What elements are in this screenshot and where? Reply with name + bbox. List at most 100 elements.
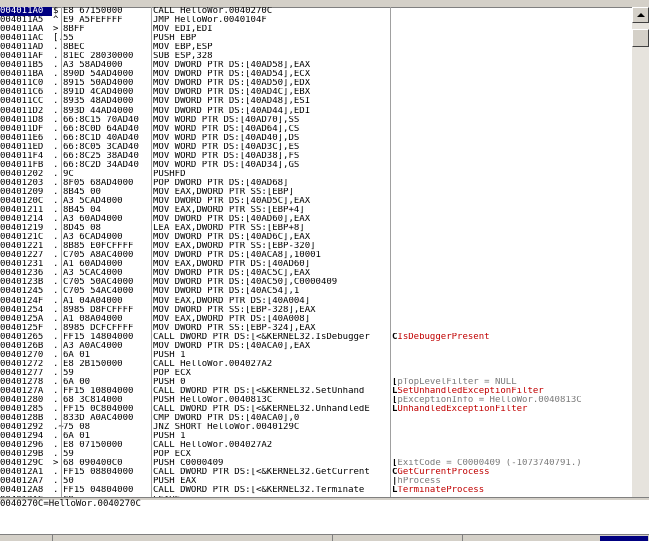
hex-bytes-cell: 6A 00 [63, 377, 91, 387]
hex-bytes-cell: 66:8C0D 64AD40 [63, 124, 139, 134]
disasm-row[interactable]: 00401236. A3 5CAC4000 MOV DWORD PTR DS:[40… [0, 269, 632, 278]
address-cell: 0040121C [0, 233, 44, 243]
disasm-row[interactable]: 004011FB. 66:8C2D 34AD40 MOV WORD PTR DS:[… [0, 160, 632, 170]
disasm-row[interactable]: 004011AF. 81EC 28030000 SUB ESP,328 [0, 52, 632, 61]
instruction-cell: PUSHFD [153, 169, 186, 179]
disasm-row[interactable]: 00401285. FF15 0C804000 CALL DWORD PTR DS:… [0, 405, 632, 414]
instruction-cell: MOV DWORD PTR SS:[EBP-328],EAX [153, 305, 316, 315]
disasm-row[interactable]: 00401270. 6A 01 PUSH 1 [0, 350, 632, 360]
disasm-row[interactable]: 00401231. A1 60AD4000 MOV EAX,DWORD PTR DS… [0, 260, 632, 269]
disasm-row[interactable]: 0040124F. A1 04A04000 MOV EAX,DWORD PTR DS… [0, 296, 632, 306]
scroll-thumb[interactable] [632, 29, 649, 47]
instruction-cell: MOV DWORD PTR DS:[40AD60],EAX [153, 215, 311, 225]
disasm-row[interactable]: 00401292 .~ 75 08 JNZ SHORT HelloWor.004012… [0, 423, 632, 432]
disasm-row[interactable]: 00401272. E8 2B150000 CALL HelloWor.004027… [0, 359, 632, 369]
disasm-row[interactable]: 00401202. 9C PUSHFD [0, 169, 632, 179]
address-cell: 00401211 [0, 206, 44, 216]
disasm-row[interactable]: 004011A5 ^ E9 A5FEFFFF JMP HelloWor.0040104… [0, 16, 632, 25]
disasm-row[interactable]: 004011CC. 8935 48AD4000 MOV DWORD PTR DS:[… [0, 97, 632, 106]
hex-bytes-cell: 891D 4CAD4000 [63, 88, 134, 98]
disasm-row[interactable]: 00401277. 59 POP ECX [0, 368, 632, 378]
disasm-row[interactable]: 00401245. C705 54AC4000 MOV DWORD PTR DS:[… [0, 287, 632, 296]
disasm-row[interactable]: 00401278. 6A 00 PUSH 0 [pTopLevelFilter = N… [0, 377, 632, 387]
hex-bytes-cell: 8985 D8FCFFFF [63, 305, 134, 315]
instruction-cell: PUSH HelloWor.0040813C [153, 396, 273, 406]
disasm-row[interactable]: 004011C6. 891D 4CAD4000 MOV DWORD PTR DS:[… [0, 88, 632, 97]
hex-bytes-cell: A3 5CAD4000 [63, 196, 123, 206]
instruction-cell: LEA EAX,DWORD PTR SS:[EBP+8] [153, 224, 305, 234]
disasm-row[interactable]: 00401227. C705 A8AC4000 MOV DWORD PTR DS:[… [0, 251, 632, 260]
address-cell: 00401277 [0, 368, 44, 378]
disasm-row[interactable]: 004011A0 $ E8 67150000 CALL HelloWor.004027… [0, 7, 632, 16]
address-cell: 0040129C [0, 459, 44, 469]
address-cell: 004012A8 [0, 486, 44, 496]
disasm-row[interactable]: 0040126B. A3 A0AC4000 MOV DWORD PTR DS:[40… [0, 341, 632, 351]
disasm-row[interactable]: 00401211. 8B45 04 MOV EAX,DWORD PTR SS:[EB… [0, 206, 632, 215]
disasm-row[interactable]: 00401294. 6A 01 PUSH 1 [0, 432, 632, 441]
scroll-up-button[interactable] [632, 7, 649, 23]
disassembly-pane[interactable]: 004011A0 $ E8 67150000 CALL HelloWor.004027… [0, 7, 649, 497]
disasm-row[interactable]: 004011F4. 66:8C25 38AD40 MOV WORD PTR DS:[… [0, 151, 632, 161]
disasm-row[interactable]: 00401203. 8F05 68AD4000 POP DWORD PTR DS:[… [0, 178, 632, 188]
disasm-row[interactable]: 004011AD. 8BEC MOV EBP,ESP [0, 43, 632, 52]
disasm-row[interactable]: 004011D8. 66:8C15 70AD40 MOV WORD PTR DS:[… [0, 115, 632, 125]
hex-bytes-cell: 55 [63, 34, 74, 44]
disasm-row[interactable]: 0040127A. FF15 10804000 CALL DWORD PTR DS:… [0, 386, 632, 396]
address-cell: 00401227 [0, 251, 44, 261]
disasm-row[interactable]: 004011E6. 66:8C1D 40AD40 MOV WORD PTR DS:[… [0, 133, 632, 143]
disasm-row[interactable]: 00401254. 8985 D8FCFFFF MOV DWORD PTR SS:[… [0, 305, 632, 315]
header-segment[interactable] [52, 535, 333, 541]
header-segment[interactable] [332, 535, 463, 541]
column-divider[interactable] [151, 7, 152, 497]
disasm-row[interactable]: 004011BA. 890D 54AD4000 MOV DWORD PTR DS:[… [0, 70, 632, 79]
hex-bytes-cell: FF15 04804000 [63, 486, 134, 496]
disasm-row[interactable]: 004012A8. FF15 04804000 CALL DWORD PTR DS:… [0, 486, 632, 495]
column-divider[interactable] [61, 7, 62, 497]
disasm-row[interactable]: 004012A1. FF15 08804000 CALL DWORD PTR DS:… [0, 468, 632, 477]
disasm-row[interactable]: 0040129B. 59 POP ECX [0, 450, 632, 459]
disasm-row[interactable]: 004011D2. 893D 44AD4000 MOV DWORD PTR DS:[… [0, 106, 632, 116]
disasm-row[interactable]: 0040125A. A1 08A04000 MOV EAX,DWORD PTR DS… [0, 314, 632, 324]
address-cell: 004012A7 [0, 477, 44, 487]
instruction-cell: MOV WORD PTR DS:[40AD40],DS [153, 133, 300, 143]
disasm-row[interactable]: 00401265. FF15 14804000 CALL DWORD PTR DS:… [0, 332, 632, 342]
disasm-row[interactable]: 00401221. 8B85 E0FCFFFF MOV EAX,DWORD PTR … [0, 242, 632, 251]
address-cell: 004011AF [0, 52, 44, 62]
hex-bytes-cell: 68 3C814000 [63, 396, 123, 406]
disasm-row[interactable]: 0040125F. 8985 DCFCFFFF MOV DWORD PTR SS:[… [0, 323, 632, 333]
disasm-row[interactable]: 0040120C. A3 5CAD4000 MOV DWORD PTR DS:[40… [0, 196, 632, 206]
comment-text: SetUnhandledExceptionFilter [397, 386, 544, 396]
disasm-row[interactable]: 004011DF. 66:8C0D 64AD40 MOV WORD PTR DS:[… [0, 124, 632, 134]
address-cell: 004011AA [0, 25, 44, 35]
disasm-row[interactable]: 004011AA >8BFF MOV EDI,EDI [0, 25, 632, 34]
disasm-row[interactable]: 004011ED. 66:8C05 3CAD40 MOV WORD PTR DS:[… [0, 142, 632, 152]
disasm-row[interactable]: 00401214. A3 60AD4000 MOV DWORD PTR DS:[40… [0, 215, 632, 224]
address-cell: 004011F4 [0, 151, 44, 161]
address-cell: 00401270 [0, 350, 44, 360]
vertical-scrollbar[interactable] [632, 7, 649, 497]
disasm-row[interactable]: 004011AC [. 55 PUSH EBP [0, 34, 632, 43]
hex-bytes-cell: A3 58AD4000 [63, 61, 123, 71]
hex-bytes-cell: 8935 48AD4000 [63, 97, 134, 107]
disasm-row[interactable]: 0040128B. 833D A0AC4000 CMP DWORD PTR DS:[… [0, 414, 632, 423]
comment-cell: LTerminateProcess [392, 486, 630, 495]
address-cell: 004011C0 [0, 79, 44, 89]
comment-cell: LUnhandledExceptionFilter [392, 405, 630, 414]
column-divider[interactable] [390, 7, 391, 497]
disasm-row[interactable]: 00401219. 8D45 08 LEA EAX,DWORD PTR SS:[EB… [0, 224, 632, 233]
hex-bytes-cell: 8985 DCFCFFFF [63, 323, 134, 333]
disasm-row[interactable]: 0040123B. C705 50AC4000 MOV DWORD PTR DS:[… [0, 278, 632, 287]
disasm-row[interactable]: 00401296. E8 07150000 CALL HelloWor.004027… [0, 441, 632, 450]
disasm-row[interactable]: 00401209. 8B45 00 MOV EAX,DWORD PTR SS:[EB… [0, 187, 632, 197]
disasm-row[interactable]: 004012A7. 50 PUSH EAX |hProcess [0, 477, 632, 486]
disasm-row[interactable]: 004011B5. A3 58AD4000 MOV DWORD PTR DS:[40… [0, 61, 632, 70]
disasm-row[interactable]: 00401280. 68 3C814000 PUSH HelloWor.004081… [0, 396, 632, 405]
comment-cell: [ExitCode = C0000409 (-1073740791.) [392, 459, 630, 468]
address-cell: 004011E6 [0, 133, 44, 143]
instruction-cell: MOV DWORD PTR DS:[40AC54],1 [153, 287, 300, 297]
disasm-row[interactable]: 004011C0. 8915 50AD4000 MOV DWORD PTR DS:[… [0, 79, 632, 88]
instruction-cell: CALL DWORD PTR DS:[<&KERNEL32.Terminate [153, 486, 365, 496]
disasm-row[interactable]: 0040129C >68 090400C0 PUSH C0000409 [ExitCo… [0, 459, 632, 468]
disasm-row[interactable]: 0040121C. A3 6CAD4000 MOV DWORD PTR DS:[40… [0, 233, 632, 242]
header-segment[interactable] [0, 535, 53, 541]
